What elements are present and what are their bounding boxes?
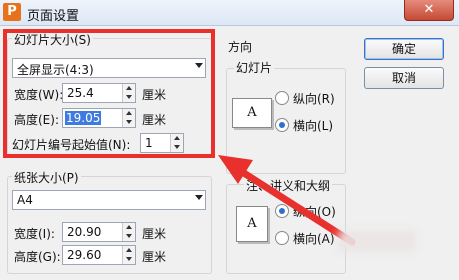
watermark-blur bbox=[338, 230, 416, 252]
